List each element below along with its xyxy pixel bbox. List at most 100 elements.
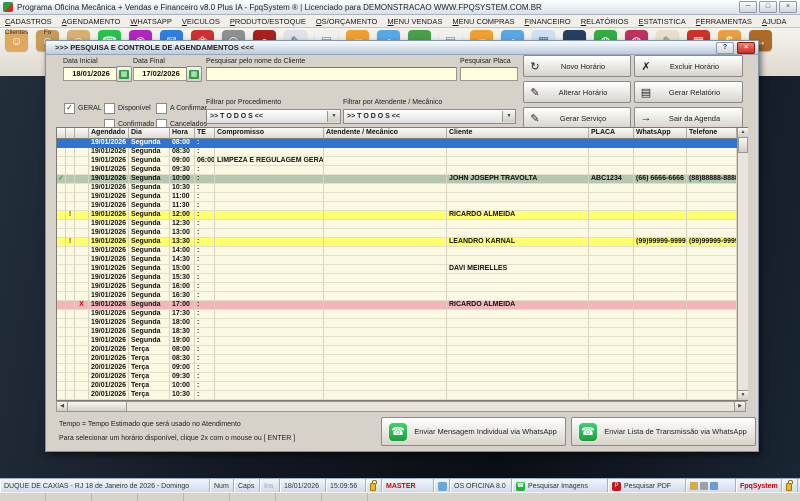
filtro-atendente-dropdown[interactable]: >> T O D O S << ▼ [343,109,516,124]
minimize-button[interactable]: ─ [739,1,757,13]
cell-hora: 11:30 [170,202,195,211]
column-header-m2 [66,128,75,139]
enviar-mensagem-individual-button[interactable]: ☎ Enviar Mensagem Individual via WhatsAp… [381,417,566,446]
cell-m1 [57,157,66,166]
menu-item-11[interactable]: FERRAMENTAS [691,17,757,26]
filtro-procedimento-dropdown[interactable]: >> T O D O S << ▼ [206,109,341,124]
cell-m2 [66,301,75,310]
scroll-down-button[interactable]: ▼ [738,390,748,400]
clientes-tool[interactable]: ☺ Clientes [1,28,32,76]
dialog-close-button[interactable]: × [737,41,755,54]
pesquisar-placa-input[interactable] [460,67,518,81]
menu-item-4[interactable]: PRODUTO/ESTOQUE [225,17,311,26]
data-final-calendar-button[interactable]: ▦ [186,66,202,82]
table-row[interactable]: 19/01/2026 Segunda 14:00: [57,247,737,256]
table-row[interactable]: 20/01/2026 Terça 09:00: [57,364,737,373]
menu-item-3[interactable]: VEICULOS [177,17,225,26]
vertical-scrollbar[interactable]: ▲ ▼ [737,128,748,400]
cell-date: 19/01/2026 [89,166,129,175]
table-row[interactable]: ! 19/01/2026 Segunda 13:30: LEANDRO KARNAL (9… [57,238,737,247]
table-row[interactable]: 19/01/2026 Segunda 09:30: [57,166,737,175]
data-inicial-calendar-button[interactable]: ▦ [116,66,132,82]
table-row[interactable]: 19/01/2026 Segunda 17:30: [57,310,737,319]
scroll-left-button[interactable]: ◀ [57,402,68,411]
gerar-servico-button[interactable]: ✎ Gerar Serviço [523,107,631,129]
menu-item-0[interactable]: CADASTROS [0,17,57,26]
chevron-down-icon[interactable]: ▼ [327,111,340,122]
data-final-input[interactable]: 17/02/2026 [133,67,187,81]
table-row[interactable]: 19/01/2026 Segunda 18:30: [57,328,737,337]
table-row[interactable]: ! 19/01/2026 Segunda 12:00: RICARDO ALMEIDA [57,211,737,220]
horizontal-scroll-thumb[interactable] [68,402,127,411]
cell-atend [324,220,447,229]
cell-placa [589,391,634,400]
enviar-lista-transmissao-button[interactable]: ☎ Enviar Lista de Transmissão via WhatsA… [571,417,756,446]
gerar-relatorio-button[interactable]: ▤ Gerar Relatório [634,81,743,103]
table-row[interactable]: ✓ 19/01/2026 Segunda 10:00: JOHN JOSEPH TRAV… [57,175,737,184]
cell-m3 [75,247,89,256]
sair-agenda-button[interactable]: → Sair da Agenda [634,107,743,129]
close-button[interactable]: × [779,1,797,13]
cell-atend [324,193,447,202]
table-row[interactable]: 19/01/2026 Segunda 09:00 06:00 LIMPEZA E REG… [57,157,737,166]
alterar-horario-button[interactable]: ✎ Alterar Horário [523,81,631,103]
table-row[interactable]: 19/01/2026 Segunda 11:30: [57,202,737,211]
status-pesquisar-pdf[interactable]: P Pesquisar PDF [608,479,686,493]
table-row[interactable]: 19/01/2026 Segunda 10:30: [57,184,737,193]
checkbox-geral[interactable]: ✓ GERAL [64,103,102,114]
horizontal-scrollbar[interactable]: ◀ ▶ [56,401,746,412]
cell-comp [215,292,324,301]
delete-icon: ✗ [641,60,651,73]
cell-m1 [57,292,66,301]
menu-item-6[interactable]: MENU VENDAS [382,17,447,26]
table-row[interactable]: 20/01/2026 Terça 10:00: [57,382,737,391]
status-pesquisar-imagens[interactable]: ☎ Pesquisar Imagens [512,479,608,493]
cell-wa [634,319,687,328]
menu-item-8[interactable]: FINANCEIRO [519,17,575,26]
table-row[interactable]: 20/01/2026 Terça 08:30: [57,355,737,364]
table-row[interactable]: 19/01/2026 Segunda 16:30: [57,292,737,301]
menu-item-10[interactable]: ESTATISTICA [634,17,691,26]
table-row[interactable]: 19/01/2026 Segunda 13:00: [57,229,737,238]
table-row[interactable]: 19/01/2026 Segunda 16:00: [57,283,737,292]
scroll-right-button[interactable]: ▶ [734,402,745,411]
exit-arrow-icon: → [640,112,652,124]
cell-cliente [447,220,589,229]
chevron-down-icon[interactable]: ▼ [502,111,515,122]
table-row[interactable]: 19/01/2026 Segunda 08:00: [57,139,737,148]
table-row[interactable]: X 19/01/2026 Segunda 17:00: RICARDO ALMEIDA [57,301,737,310]
table-row[interactable]: 19/01/2026 Segunda 18:00: [57,319,737,328]
checkbox-disponivel[interactable]: Disponível [104,103,151,114]
table-row[interactable]: 19/01/2026 Segunda 08:30: [57,148,737,157]
table-row[interactable]: 19/01/2026 Segunda 15:00: DAVI MEIRELLES [57,265,737,274]
menu-item-12[interactable]: AJUDA [757,17,792,26]
table-row[interactable]: 20/01/2026 Terça 10:30: [57,391,737,400]
cell-placa [589,148,634,157]
menu-item-9[interactable]: RELATÓRIOS [576,17,634,26]
menu-item-7[interactable]: MENU COMPRAS [447,17,519,26]
table-row[interactable]: 19/01/2026 Segunda 11:00: [57,193,737,202]
table-row[interactable]: 19/01/2026 Segunda 15:30: [57,274,737,283]
table-row[interactable]: 20/01/2026 Terça 09:30: [57,373,737,382]
novo-horario-button[interactable]: ↻ Novo Horário [523,55,631,77]
dialog-titlebar[interactable]: >>> PESQUISA E CONTROLE DE AGENDAMENTOS … [46,41,758,55]
notepad-icon: ✎ [530,112,540,125]
checkbox-a-confirmar[interactable]: A Confirmar [156,103,207,114]
menu-item-1[interactable]: AGENDAMENTO [57,17,126,26]
data-inicial-input[interactable]: 18/01/2026 [63,67,117,81]
checkbox-a-confirmar-box [156,103,167,114]
maximize-button[interactable]: □ [759,1,777,13]
cell-wa [634,148,687,157]
table-row[interactable]: 19/01/2026 Segunda 19:00: [57,337,737,346]
status-user: MASTER [382,479,434,493]
dialog-help-button[interactable]: ? [716,41,734,54]
vertical-scroll-thumb[interactable] [738,137,748,153]
table-row[interactable]: 19/01/2026 Segunda 14:30: [57,256,737,265]
pesquisar-cliente-input[interactable] [206,67,457,81]
cell-comp [215,265,324,274]
table-row[interactable]: 19/01/2026 Segunda 12:30: [57,220,737,229]
menu-item-5[interactable]: OS/ORÇAMENTO [311,17,383,26]
menu-item-2[interactable]: WHATSAPP [125,17,177,26]
excluir-horario-button[interactable]: ✗ Excluir Horário [634,55,743,77]
table-row[interactable]: 20/01/2026 Terça 08:00: [57,346,737,355]
